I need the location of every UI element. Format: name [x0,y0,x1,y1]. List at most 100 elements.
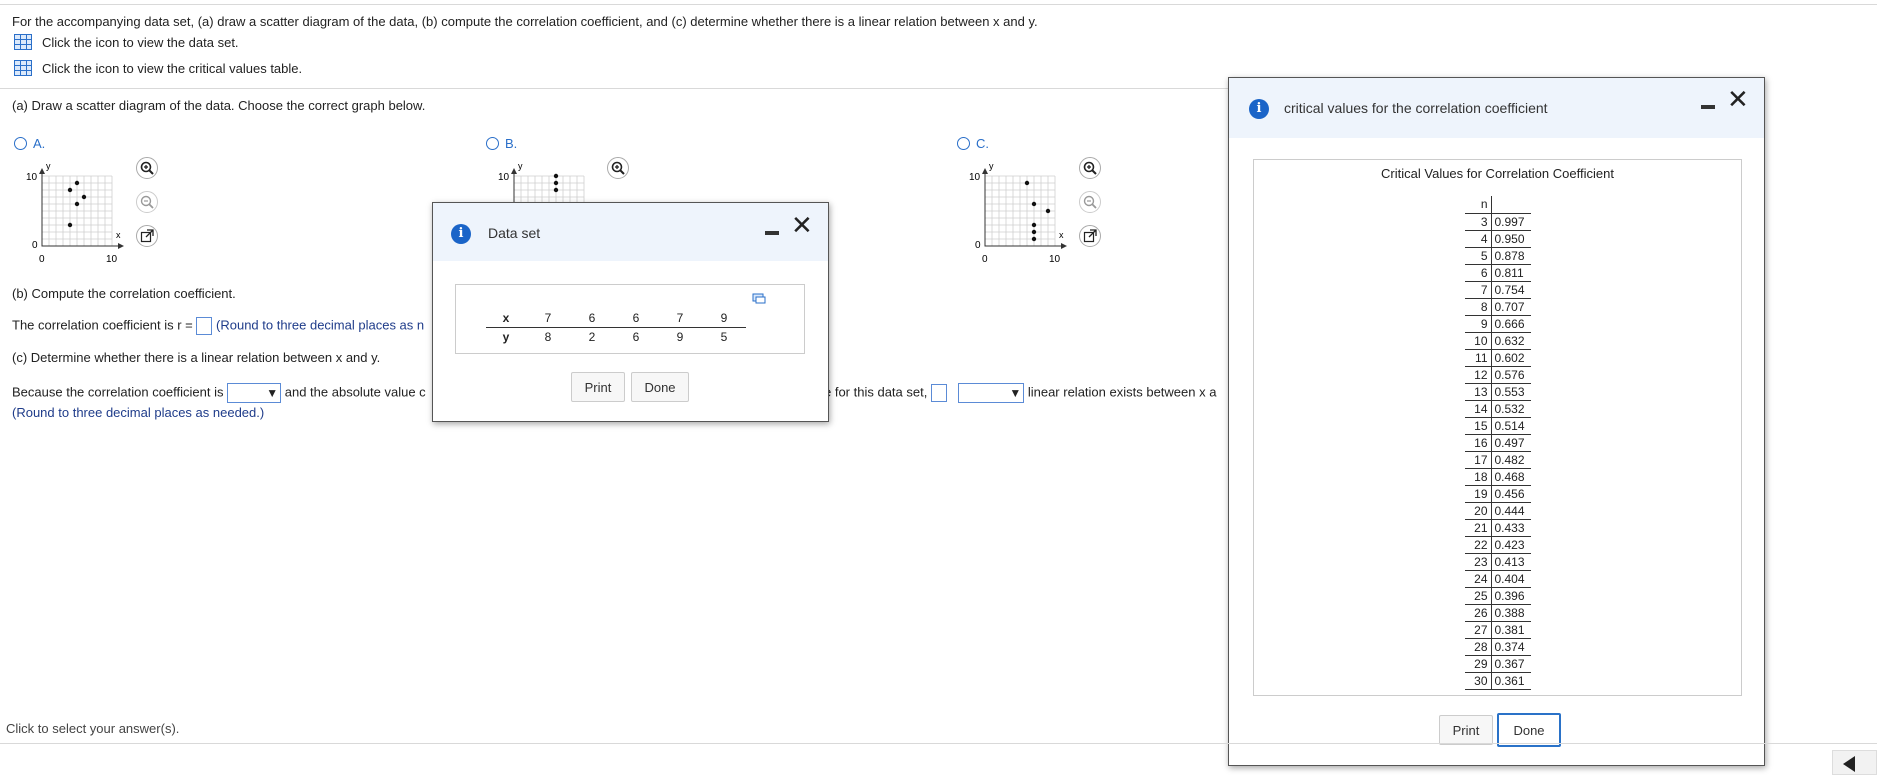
dataset-done-button[interactable]: Done [631,372,689,402]
critical-value-cell: 0.950 [1491,230,1531,248]
table-icon[interactable] [14,60,32,76]
dataset-table-frame: x 7 6 6 7 9 y 8 2 6 9 5 [455,284,805,354]
minimize-icon[interactable] [1701,105,1715,109]
linear-relation-line-end: e for this data set, ▼ linear relation e… [824,383,1216,403]
correlation-input[interactable] [196,317,213,335]
sign-dropdown[interactable]: ▼ [227,383,282,403]
critical-values-body: 3 0.997 4 0.950 5 0.878 6 0.811 7 0.754 8 0.707 9 0.6… [1465,213,1531,690]
n-cell: 28 [1465,638,1492,656]
option-b-label[interactable]: B. [505,136,517,151]
dropdown-arrow-icon[interactable]: ▼ [266,386,278,400]
y-axis-arrow [39,168,45,174]
close-icon[interactable]: ✕ [1727,87,1749,113]
relation-dropdown[interactable]: ▼ [958,383,1025,403]
y-max-label: 10 [969,172,981,183]
info-icon: i [451,224,471,244]
critical-value-cell: 0.666 [1491,315,1531,333]
option-a-plot: 10 0 0 10 x y [26,161,124,264]
x-min-label: 0 [982,254,988,264]
critical-row: 4 0.950 [1465,230,1531,248]
x-cell: 6 [614,309,658,328]
close-icon[interactable]: ✕ [791,213,813,239]
y-header: y [502,330,510,344]
info-icon: i [1249,99,1269,119]
y-cell: 2 [588,330,596,344]
critical-values-link-text[interactable]: Click the icon to view the critical valu… [42,61,302,76]
n-header: n [1465,196,1492,213]
critical-print-button[interactable]: Print [1439,715,1493,745]
critical-row: 19 0.456 [1465,485,1531,503]
critical-value-cell: 0.602 [1491,349,1531,367]
dataset-link-text[interactable]: Click the icon to view the data set. [42,35,239,50]
critical-done-button[interactable]: Done [1497,713,1561,747]
n-cell: 13 [1465,383,1492,401]
dataset-link[interactable]: Click the icon to view the data set. [14,34,239,50]
x-cell: 9 [702,309,746,328]
x-min-label: 0 [39,254,45,264]
y-max-label: 10 [26,172,38,183]
n-cell: 22 [1465,536,1492,554]
scatter-point [74,201,80,207]
option-a-label[interactable]: A. [33,136,45,151]
dataset-table: x 7 6 6 7 9 y 8 2 6 9 5 [486,309,746,346]
critical-row: 27 0.381 [1465,621,1531,639]
critical-values-link[interactable]: Click the icon to view the critical valu… [14,60,302,76]
n-cell: 9 [1465,315,1492,333]
option-a-radio[interactable]: A. [14,136,45,151]
n-cell: 6 [1465,264,1492,282]
correlation-prefix: The correlation coefficient is r = [12,317,193,333]
scatter-point [1031,229,1037,235]
critical-row: 23 0.413 [1465,553,1531,571]
linear-relation-text: linear relation exists between x a [1027,384,1217,400]
popout-icon[interactable] [1079,225,1101,247]
zoom-in-icon[interactable] [1079,157,1101,179]
question-text: For the accompanying data set, (a) draw … [12,14,1038,29]
axis-lines [41,170,122,247]
n-cell: 7 [1465,281,1492,299]
zoom-in-icon[interactable] [136,157,158,179]
critical-value-cell: 0.423 [1491,536,1531,554]
table-icon[interactable] [14,34,32,50]
minimize-icon[interactable] [765,231,779,235]
critical-row: 14 0.532 [1465,400,1531,418]
critical-value-cell: 0.707 [1491,298,1531,316]
n-cell: 29 [1465,655,1492,673]
critical-value-cell: 0.396 [1491,587,1531,605]
zoom-out-icon[interactable] [136,191,158,213]
dataset-print-button[interactable]: Print [571,372,625,402]
option-b-radio[interactable]: B. [486,136,517,151]
zoom-in-icon[interactable] [607,157,629,179]
radio-icon[interactable] [486,137,499,150]
critical-value-cell: 0.532 [1491,400,1531,418]
critical-values-table: n 3 0.997 4 0.950 5 0.878 6 0.811 7 0.754 8 0.707 9 0… [1465,196,1531,690]
critical-value-cell: 0.456 [1491,485,1531,503]
dropdown-arrow-icon[interactable]: ▼ [1009,386,1021,400]
critical-row: 16 0.497 [1465,434,1531,452]
popout-icon[interactable] [136,225,158,247]
scatter-point [1031,201,1037,207]
n-cell: 26 [1465,604,1492,622]
plot-grid [39,168,124,249]
x-max-label: 10 [106,254,118,264]
scatter-point [67,187,73,193]
option-c-radio[interactable]: C. [957,136,989,151]
critical-row: 10 0.632 [1465,332,1531,350]
critical-value-input[interactable] [930,384,947,402]
collapse-arrow-icon[interactable] [1843,756,1855,772]
section-divider [0,88,1230,89]
critical-value-cell: 0.404 [1491,570,1531,588]
scatter-point [81,194,87,200]
copy-icon[interactable] [752,293,766,305]
option-c-label[interactable]: C. [976,136,989,151]
zoom-out-icon[interactable] [1079,191,1101,213]
n-cell: 17 [1465,451,1492,469]
y-axis-label: y [518,161,523,171]
dialog-title: Data set [488,225,541,241]
critical-row: 24 0.404 [1465,570,1531,588]
radio-icon[interactable] [14,137,27,150]
n-cell: 25 [1465,587,1492,605]
radio-icon[interactable] [957,137,970,150]
critical-value-cell: 0.444 [1491,502,1531,520]
y-cell: 9 [676,330,684,344]
critical-value-cell: 0.433 [1491,519,1531,537]
